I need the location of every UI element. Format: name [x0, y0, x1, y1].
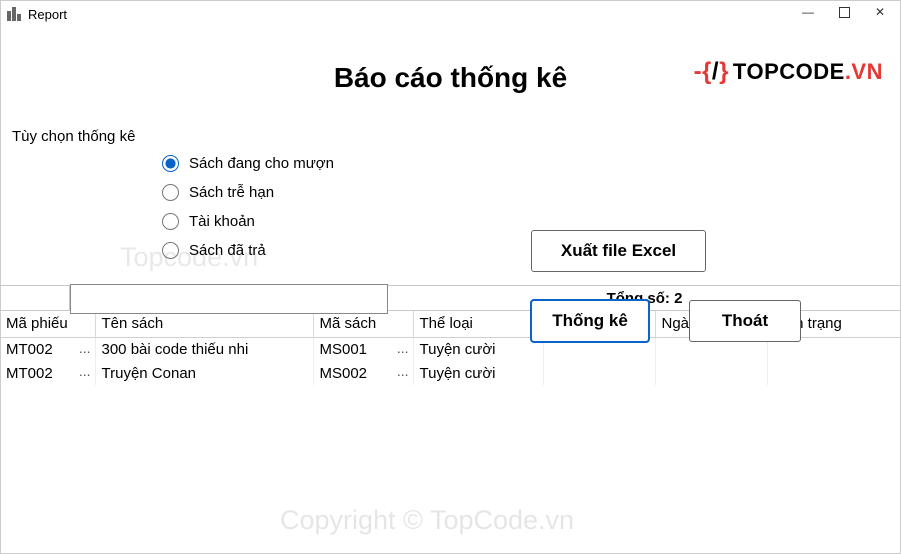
brand-suffix: .VN	[845, 59, 883, 84]
cell-ma_sach[interactable]: MS002...	[313, 361, 413, 385]
cell-ngay_muon[interactable]	[543, 337, 655, 361]
brand-logo: -{/} TOPCODE.VN	[694, 58, 883, 86]
cell-ma_sach[interactable]: MS001...	[313, 337, 413, 361]
cell-tinh_trang[interactable]	[767, 361, 901, 385]
radio-label-1: Sách trễ hạn	[189, 184, 274, 201]
radio-sach-tre-han[interactable]: Sách trễ hạn	[162, 184, 901, 201]
ellipsis-icon: ...	[397, 363, 409, 379]
cell-ma_phieu[interactable]: MT002...	[0, 361, 95, 385]
table-row[interactable]: MT002...Truyện ConanMS002...Tuyện cười	[0, 361, 901, 385]
col-ma-phieu[interactable]: Mã phiếu	[0, 311, 95, 337]
radio-input-2[interactable]	[162, 213, 179, 230]
cell-the_loai[interactable]: Tuyện cười	[413, 337, 543, 361]
radio-label-2: Tài khoản	[189, 213, 255, 230]
table-row[interactable]: MT002...300 bài code thiếu nhiMS001...Tu…	[0, 337, 901, 361]
window-title: Report	[28, 7, 67, 22]
radio-input-3[interactable]	[162, 242, 179, 259]
thong-ke-button[interactable]: Thống kê	[531, 300, 649, 342]
close-button[interactable]: ✕	[863, 0, 897, 24]
minimize-button[interactable]: —	[791, 0, 825, 24]
cell-the_loai[interactable]: Tuyện cười	[413, 361, 543, 385]
brand-text: TOPCODE	[733, 59, 845, 84]
filter-input[interactable]	[70, 284, 388, 314]
radio-input-0[interactable]	[162, 155, 179, 172]
radio-label-0: Sách đang cho mượn	[189, 155, 334, 172]
app-icon	[6, 6, 22, 22]
window-controls: — ✕	[791, 0, 897, 24]
summary-left-cell	[0, 286, 70, 310]
ellipsis-icon: ...	[79, 363, 91, 379]
cell-ngay_tra[interactable]	[655, 337, 767, 361]
col-ten-sach[interactable]: Tên sách	[95, 311, 313, 337]
col-ma-sach[interactable]: Mã sách	[313, 311, 413, 337]
watermark-copyright: Copyright © TopCode.vn	[280, 505, 574, 536]
title-bar: Report — ✕	[0, 0, 901, 28]
options-label: Tùy chọn thống kê	[12, 128, 901, 145]
cell-ngay_tra[interactable]	[655, 361, 767, 385]
ellipsis-icon: ...	[79, 340, 91, 356]
maximize-button[interactable]	[827, 0, 861, 24]
cell-tinh_trang[interactable]	[767, 337, 901, 361]
radio-sach-dang-cho-muon[interactable]: Sách đang cho mượn	[162, 155, 901, 172]
thoat-button[interactable]: Thoát	[689, 300, 801, 342]
radio-input-1[interactable]	[162, 184, 179, 201]
cell-ma_phieu[interactable]: MT002...	[0, 337, 95, 361]
cell-ten_sach[interactable]: 300 bài code thiếu nhi	[95, 337, 313, 361]
cell-ten_sach[interactable]: Truyện Conan	[95, 361, 313, 385]
cell-ngay_muon[interactable]	[543, 361, 655, 385]
col-the-loai[interactable]: Thể loại	[413, 311, 543, 337]
ellipsis-icon: ...	[397, 340, 409, 356]
radio-tai-khoan[interactable]: Tài khoản	[162, 213, 901, 230]
radio-label-3: Sách đã trả	[189, 242, 266, 259]
export-excel-button[interactable]: Xuất file Excel	[531, 230, 706, 272]
